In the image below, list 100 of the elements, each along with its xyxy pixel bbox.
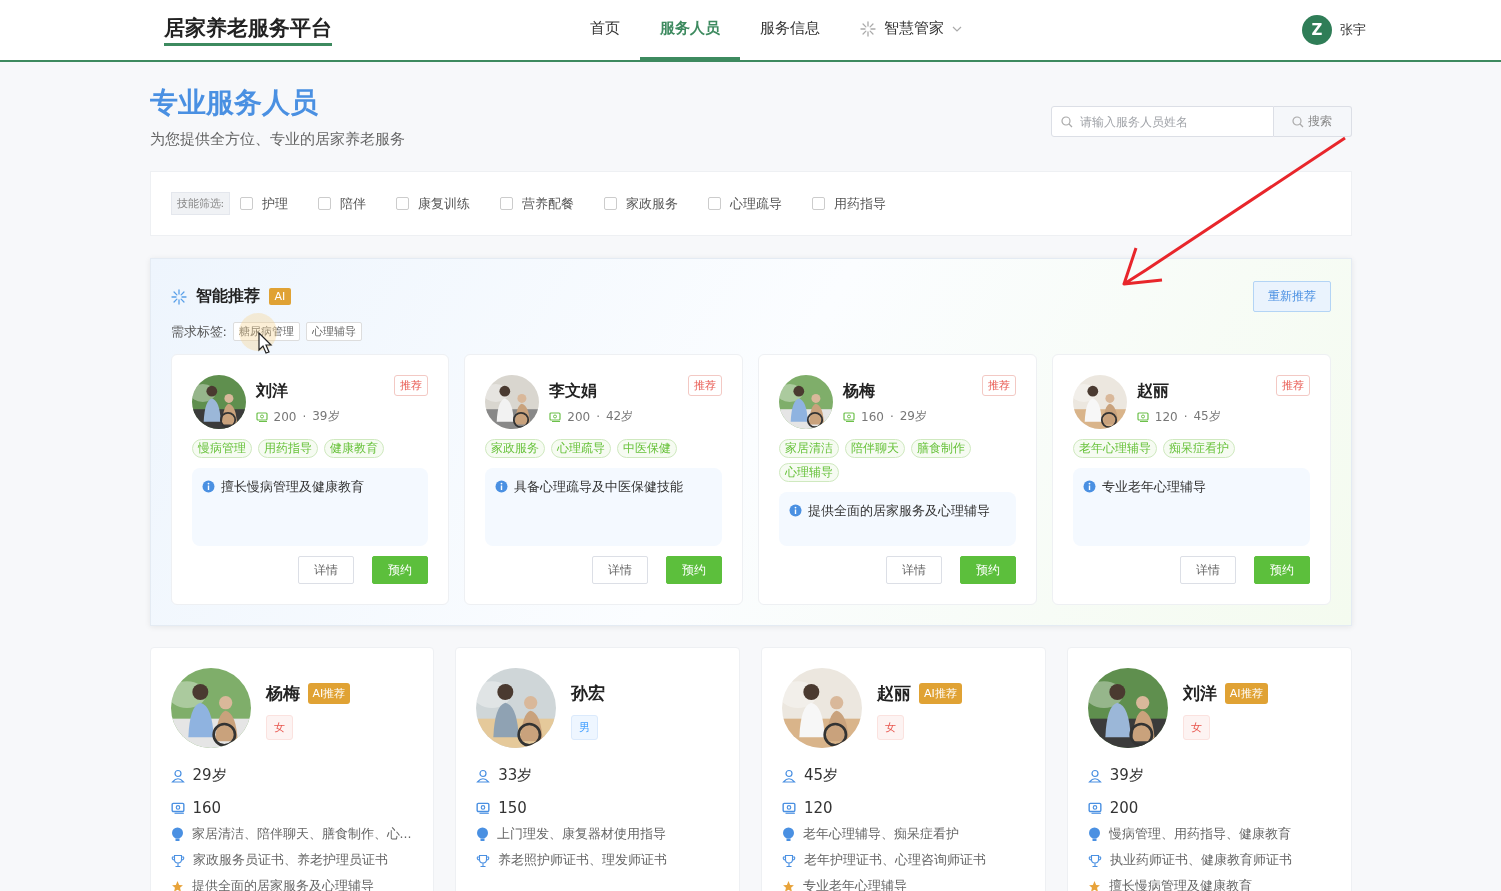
info-icon bbox=[1082, 480, 1096, 493]
user-name[interactable]: 张宇 bbox=[1340, 21, 1366, 39]
gender-tag: 女 bbox=[877, 715, 904, 740]
checkbox[interactable] bbox=[240, 197, 254, 210]
certificates-text: 家政服务员证书、养老护理员证书 bbox=[192, 852, 388, 869]
search-icon bbox=[1292, 115, 1304, 128]
skill-tag: 健康教育 bbox=[323, 439, 384, 458]
banknote-icon bbox=[170, 801, 185, 815]
staff-name: 赵丽 bbox=[1136, 381, 1170, 402]
certificates-text: 养老照护师证书、理发师证书 bbox=[498, 852, 668, 869]
lightbulb-icon bbox=[782, 827, 795, 842]
info-icon bbox=[201, 480, 215, 493]
sparkle-icon bbox=[170, 288, 187, 305]
price-text: 150 bbox=[498, 799, 527, 817]
note-text: 提供全面的居家服务及心理辅导 bbox=[808, 502, 990, 520]
checkbox[interactable] bbox=[812, 197, 826, 210]
need-tag: 糖尿病管理 bbox=[232, 322, 300, 341]
banknote-icon bbox=[1136, 410, 1149, 423]
checkbox[interactable] bbox=[708, 197, 722, 210]
skill-tag: 中医保健 bbox=[617, 439, 678, 458]
age-text: 42岁 bbox=[606, 408, 634, 425]
checkbox[interactable] bbox=[318, 197, 332, 210]
user-avatar[interactable]: Z bbox=[1302, 15, 1332, 45]
site-logo[interactable]: 居家养老服务平台 bbox=[164, 14, 332, 46]
checkbox-label[interactable]: 用药指导 bbox=[834, 194, 887, 213]
section-title: 智能推荐 bbox=[195, 286, 260, 307]
checkbox[interactable] bbox=[604, 197, 618, 210]
banknote-icon bbox=[1087, 801, 1102, 815]
needs-label: 需求标签: bbox=[170, 322, 227, 341]
trophy-icon bbox=[476, 853, 491, 868]
banknote-icon bbox=[843, 410, 855, 423]
page-subtitle: 为您提供全方位、专业的居家养老服务 bbox=[149, 130, 405, 149]
staff-name: 赵丽 bbox=[877, 682, 911, 705]
checkbox-label[interactable]: 陪伴 bbox=[340, 194, 367, 213]
trophy-icon bbox=[170, 853, 185, 868]
trophy-icon bbox=[1087, 853, 1102, 868]
checkbox-label[interactable]: 家政服务 bbox=[626, 194, 679, 213]
certificates-text: 老年护理证书、心理咨询师证书 bbox=[804, 852, 986, 869]
staff-name: 李文娟 bbox=[549, 381, 599, 402]
caret-icon bbox=[952, 25, 962, 32]
search-button[interactable]: 搜索 bbox=[1273, 106, 1352, 137]
banknote-icon bbox=[549, 410, 562, 423]
person-icon bbox=[782, 768, 796, 783]
specialty-text: 擅长慢病管理及健康教育 bbox=[1108, 878, 1252, 891]
star-icon bbox=[170, 880, 184, 891]
staff-name: 杨梅 bbox=[843, 381, 876, 402]
person-icon bbox=[170, 768, 185, 783]
checkbox-label[interactable]: 心理疏导 bbox=[730, 194, 783, 213]
details-button[interactable]: 详情 bbox=[1179, 556, 1236, 584]
staff-name: 孙宏 bbox=[571, 682, 606, 705]
banknote-icon bbox=[255, 410, 268, 423]
price-text: 160 bbox=[192, 799, 222, 817]
nav-tab[interactable]: 首页 bbox=[570, 0, 640, 60]
staff-name: 杨梅 bbox=[265, 682, 300, 705]
search-field[interactable]: 请输入服务人员姓名 bbox=[1050, 106, 1274, 137]
skill-tag: 心理疏导 bbox=[551, 439, 612, 458]
nav-tab[interactable]: 服务信息 bbox=[740, 0, 840, 60]
dot-separator: · bbox=[1183, 409, 1188, 424]
skill-tag: 痴呆症看护 bbox=[1162, 439, 1235, 458]
checkbox-label[interactable]: 护理 bbox=[262, 194, 289, 213]
recommend-badge: 推荐 bbox=[981, 375, 1016, 396]
checkbox-label[interactable]: 营养配餐 bbox=[522, 194, 575, 213]
dot-separator: · bbox=[889, 409, 894, 424]
star-icon bbox=[1087, 880, 1101, 891]
gender-tag: 男 bbox=[571, 715, 599, 740]
info-icon bbox=[789, 504, 802, 517]
info-icon bbox=[495, 480, 509, 493]
checkbox[interactable] bbox=[396, 197, 410, 210]
search-icon bbox=[1060, 116, 1073, 128]
price-text: 120 bbox=[1154, 409, 1178, 424]
details-button[interactable]: 详情 bbox=[298, 556, 355, 584]
details-button[interactable]: 详情 bbox=[885, 556, 942, 584]
skill-tag: 慢病管理 bbox=[191, 439, 252, 458]
checkbox-label[interactable]: 康复训练 bbox=[418, 194, 471, 213]
details-button[interactable]: 详情 bbox=[592, 556, 648, 584]
banknote-icon bbox=[476, 801, 491, 815]
skills-text: 家居清洁、陪伴聊天、膳食制作、心... bbox=[191, 826, 412, 843]
age-text: 45岁 bbox=[1193, 408, 1221, 425]
recommend-badge: 推荐 bbox=[1275, 375, 1310, 396]
certificates-text: 执业药师证书、健康教育师证书 bbox=[1109, 852, 1292, 869]
nav-tab[interactable]: 智慧管家 bbox=[840, 0, 982, 60]
skill-tag: 心理辅导 bbox=[779, 463, 839, 482]
ai-badge: AI推荐 bbox=[1224, 683, 1268, 704]
filter-label: 技能筛选: bbox=[170, 192, 231, 215]
checkbox[interactable] bbox=[500, 197, 514, 210]
price-text: 200 bbox=[567, 409, 591, 424]
skills-text: 上门理发、康复器材使用指导 bbox=[497, 826, 667, 843]
skills-text: 慢病管理、用药指导、健康教育 bbox=[1108, 826, 1291, 843]
page-title: 专业服务人员 bbox=[149, 85, 319, 121]
skill-tag: 膳食制作 bbox=[911, 439, 971, 458]
skill-tag: 家政服务 bbox=[485, 439, 546, 458]
trophy-icon bbox=[782, 853, 796, 868]
skills-text: 老年心理辅导、痴呆症看护 bbox=[803, 826, 959, 843]
nav-tab[interactable]: 服务人员 bbox=[640, 0, 740, 60]
skill-tag: 老年心理辅导 bbox=[1072, 439, 1157, 458]
ai-badge: AI推荐 bbox=[919, 683, 962, 704]
dot-separator: · bbox=[596, 409, 600, 424]
skill-tag: 家居清洁 bbox=[779, 439, 839, 458]
skill-tag: 用药指导 bbox=[257, 439, 318, 458]
skill-tag: 陪伴聊天 bbox=[845, 439, 905, 458]
